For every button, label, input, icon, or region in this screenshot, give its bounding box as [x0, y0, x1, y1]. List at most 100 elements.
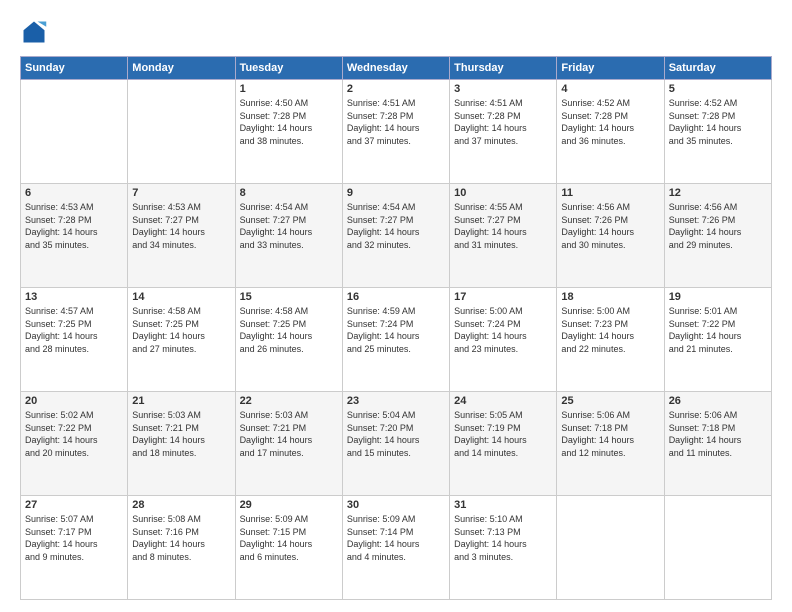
calendar-week-row: 13 Sunrise: 4:57 AM Sunset: 7:25 PM Dayli…: [21, 288, 772, 392]
day-number: 17: [454, 291, 552, 303]
day-number: 22: [240, 395, 338, 407]
day-info: Sunrise: 5:03 AM Sunset: 7:21 PM Dayligh…: [240, 409, 338, 459]
day-number: 24: [454, 395, 552, 407]
day-number: 30: [347, 499, 445, 511]
day-number: 21: [132, 395, 230, 407]
day-number: 4: [561, 83, 659, 95]
day-number: 8: [240, 187, 338, 199]
col-thursday: Thursday: [450, 57, 557, 80]
col-tuesday: Tuesday: [235, 57, 342, 80]
day-number: 18: [561, 291, 659, 303]
day-info: Sunrise: 5:10 AM Sunset: 7:13 PM Dayligh…: [454, 513, 552, 563]
day-number: 29: [240, 499, 338, 511]
col-sunday: Sunday: [21, 57, 128, 80]
day-info: Sunrise: 5:08 AM Sunset: 7:16 PM Dayligh…: [132, 513, 230, 563]
col-monday: Monday: [128, 57, 235, 80]
table-row: 27 Sunrise: 5:07 AM Sunset: 7:17 PM Dayli…: [21, 496, 128, 600]
table-row: 7Sunrise: 4:53 AM Sunset: 7:27 PM Daylig…: [128, 184, 235, 288]
table-row: 6 Sunrise: 4:53 AM Sunset: 7:28 PM Daylig…: [21, 184, 128, 288]
day-info: Sunrise: 4:52 AM Sunset: 7:28 PM Dayligh…: [669, 97, 767, 147]
day-number: 10: [454, 187, 552, 199]
table-row: 3 Sunrise: 4:51 AM Sunset: 7:28 PM Daylig…: [450, 80, 557, 184]
day-info: Sunrise: 5:04 AM Sunset: 7:20 PM Dayligh…: [347, 409, 445, 459]
day-info: Sunrise: 4:53 AM Sunset: 7:28 PM Dayligh…: [25, 201, 123, 251]
table-row: 9 Sunrise: 4:54 AM Sunset: 7:27 PM Daylig…: [342, 184, 449, 288]
day-number: 7: [132, 187, 230, 199]
day-info: Sunrise: 4:52 AM Sunset: 7:28 PM Dayligh…: [561, 97, 659, 147]
day-info: Sunrise: 5:09 AM Sunset: 7:15 PM Dayligh…: [240, 513, 338, 563]
day-info: Sunrise: 5:09 AM Sunset: 7:14 PM Dayligh…: [347, 513, 445, 563]
table-row: [128, 80, 235, 184]
day-info: Sunrise: 4:56 AM Sunset: 7:26 PM Dayligh…: [561, 201, 659, 251]
table-row: [664, 496, 771, 600]
table-row: 26 Sunrise: 5:06 AM Sunset: 7:18 PM Dayli…: [664, 392, 771, 496]
day-info: Sunrise: 4:56 AM Sunset: 7:26 PM Dayligh…: [669, 201, 767, 251]
day-number: 14: [132, 291, 230, 303]
day-number: 6: [25, 187, 123, 199]
day-number: 27: [25, 499, 123, 511]
table-row: 13 Sunrise: 4:57 AM Sunset: 7:25 PM Dayli…: [21, 288, 128, 392]
day-number: 16: [347, 291, 445, 303]
calendar-week-row: 27 Sunrise: 5:07 AM Sunset: 7:17 PM Dayli…: [21, 496, 772, 600]
calendar-page: Sunday Monday Tuesday Wednesday Thursday…: [0, 0, 792, 612]
calendar-week-row: 6 Sunrise: 4:53 AM Sunset: 7:28 PM Daylig…: [21, 184, 772, 288]
day-number: 1: [240, 83, 338, 95]
table-row: [557, 496, 664, 600]
day-info: Sunrise: 4:58 AM Sunset: 7:25 PM Dayligh…: [240, 305, 338, 355]
day-number: 5: [669, 83, 767, 95]
calendar-table: Sunday Monday Tuesday Wednesday Thursday…: [20, 56, 772, 600]
table-row: 5 Sunrise: 4:52 AM Sunset: 7:28 PM Daylig…: [664, 80, 771, 184]
table-row: 22 Sunrise: 5:03 AM Sunset: 7:21 PM Dayli…: [235, 392, 342, 496]
col-saturday: Saturday: [664, 57, 771, 80]
table-row: 31Sunrise: 5:10 AM Sunset: 7:13 PM Dayli…: [450, 496, 557, 600]
day-info: Sunrise: 4:51 AM Sunset: 7:28 PM Dayligh…: [454, 97, 552, 147]
day-info: Sunrise: 5:01 AM Sunset: 7:22 PM Dayligh…: [669, 305, 767, 355]
day-info: Sunrise: 5:06 AM Sunset: 7:18 PM Dayligh…: [561, 409, 659, 459]
day-info: Sunrise: 5:00 AM Sunset: 7:24 PM Dayligh…: [454, 305, 552, 355]
table-row: 24 Sunrise: 5:05 AM Sunset: 7:19 PM Dayli…: [450, 392, 557, 496]
col-friday: Friday: [557, 57, 664, 80]
table-row: [21, 80, 128, 184]
day-info: Sunrise: 4:54 AM Sunset: 7:27 PM Dayligh…: [347, 201, 445, 251]
day-info: Sunrise: 5:07 AM Sunset: 7:17 PM Dayligh…: [25, 513, 123, 563]
day-number: 26: [669, 395, 767, 407]
table-row: 15 Sunrise: 4:58 AM Sunset: 7:25 PM Dayli…: [235, 288, 342, 392]
table-row: 25 Sunrise: 5:06 AM Sunset: 7:18 PM Dayli…: [557, 392, 664, 496]
day-info: Sunrise: 5:00 AM Sunset: 7:23 PM Dayligh…: [561, 305, 659, 355]
table-row: 14Sunrise: 4:58 AM Sunset: 7:25 PM Dayli…: [128, 288, 235, 392]
calendar-week-row: 1 Sunrise: 4:50 AM Sunset: 7:28 PM Daylig…: [21, 80, 772, 184]
col-wednesday: Wednesday: [342, 57, 449, 80]
day-number: 19: [669, 291, 767, 303]
day-number: 13: [25, 291, 123, 303]
day-info: Sunrise: 5:05 AM Sunset: 7:19 PM Dayligh…: [454, 409, 552, 459]
day-info: Sunrise: 4:50 AM Sunset: 7:28 PM Dayligh…: [240, 97, 338, 147]
table-row: 19 Sunrise: 5:01 AM Sunset: 7:22 PM Dayli…: [664, 288, 771, 392]
table-row: 4 Sunrise: 4:52 AM Sunset: 7:28 PM Daylig…: [557, 80, 664, 184]
day-number: 3: [454, 83, 552, 95]
table-row: 11 Sunrise: 4:56 AM Sunset: 7:26 PM Dayli…: [557, 184, 664, 288]
day-info: Sunrise: 4:59 AM Sunset: 7:24 PM Dayligh…: [347, 305, 445, 355]
table-row: 17 Sunrise: 5:00 AM Sunset: 7:24 PM Dayli…: [450, 288, 557, 392]
table-row: 23Sunrise: 5:04 AM Sunset: 7:20 PM Dayli…: [342, 392, 449, 496]
day-number: 15: [240, 291, 338, 303]
day-number: 9: [347, 187, 445, 199]
table-row: 1 Sunrise: 4:50 AM Sunset: 7:28 PM Daylig…: [235, 80, 342, 184]
logo: [20, 18, 52, 46]
day-info: Sunrise: 4:51 AM Sunset: 7:28 PM Dayligh…: [347, 97, 445, 147]
logo-icon: [20, 18, 48, 46]
day-number: 25: [561, 395, 659, 407]
table-row: 8Sunrise: 4:54 AM Sunset: 7:27 PM Daylig…: [235, 184, 342, 288]
day-info: Sunrise: 5:02 AM Sunset: 7:22 PM Dayligh…: [25, 409, 123, 459]
table-row: 18 Sunrise: 5:00 AM Sunset: 7:23 PM Dayli…: [557, 288, 664, 392]
day-number: 20: [25, 395, 123, 407]
table-row: 16 Sunrise: 4:59 AM Sunset: 7:24 PM Dayli…: [342, 288, 449, 392]
day-number: 11: [561, 187, 659, 199]
table-row: 20 Sunrise: 5:02 AM Sunset: 7:22 PM Dayli…: [21, 392, 128, 496]
day-info: Sunrise: 4:55 AM Sunset: 7:27 PM Dayligh…: [454, 201, 552, 251]
day-info: Sunrise: 5:03 AM Sunset: 7:21 PM Dayligh…: [132, 409, 230, 459]
header: [20, 18, 772, 46]
day-number: 28: [132, 499, 230, 511]
day-info: Sunrise: 4:57 AM Sunset: 7:25 PM Dayligh…: [25, 305, 123, 355]
table-row: 30 Sunrise: 5:09 AM Sunset: 7:14 PM Dayli…: [342, 496, 449, 600]
day-info: Sunrise: 5:06 AM Sunset: 7:18 PM Dayligh…: [669, 409, 767, 459]
